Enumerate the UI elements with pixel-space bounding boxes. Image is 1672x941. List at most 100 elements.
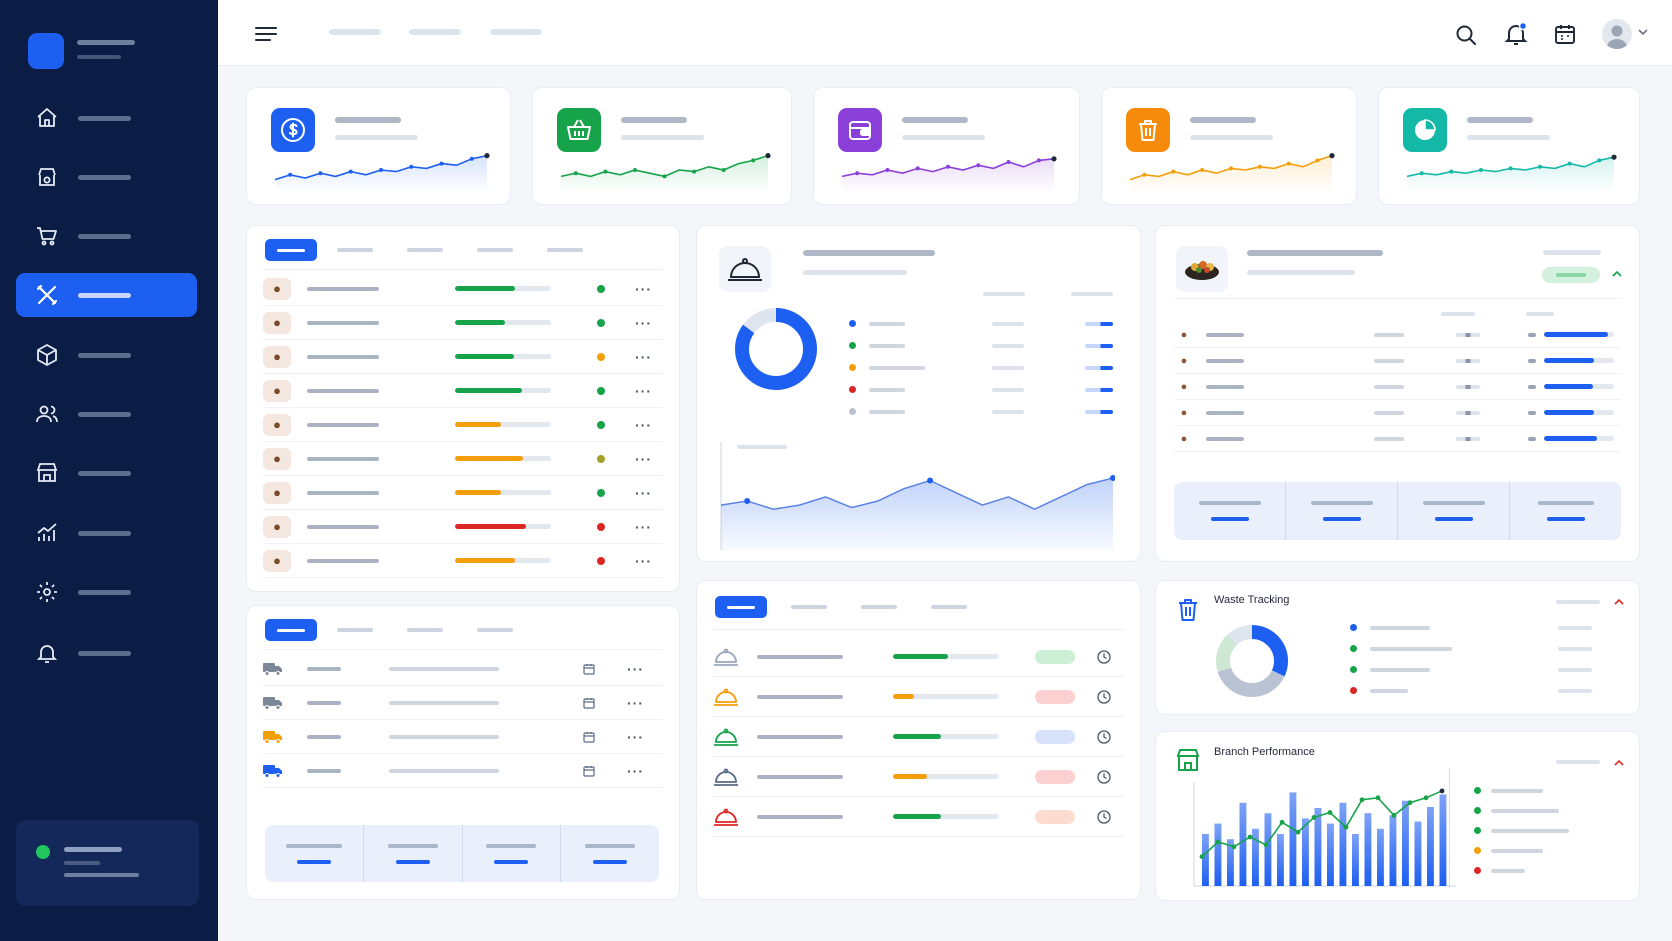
sidebar-item-kitchen[interactable] [16,155,197,199]
menu-icon[interactable] [254,24,278,44]
chevron-up-icon[interactable] [1612,270,1622,278]
inventory-row[interactable]: ● ··· [263,408,663,442]
notification-bell-icon[interactable] [1503,21,1529,47]
clock-icon[interactable] [1097,649,1111,664]
clock-icon[interactable] [1097,809,1111,824]
sidebar-item-home[interactable] [16,96,197,140]
kitchen-order-row[interactable] [713,677,1124,717]
tab-item[interactable] [337,248,373,252]
tab-item[interactable] [547,248,583,252]
clock-icon[interactable] [1097,689,1111,704]
unit-placeholder [1456,410,1480,415]
status-badge [1035,689,1075,704]
kpi-card-profit[interactable] [1378,87,1640,205]
sidebar-item-reports[interactable] [16,511,197,555]
tab-all[interactable] [265,619,317,641]
tab-all[interactable] [715,596,767,618]
clock-icon[interactable] [1097,729,1111,744]
kitchen-order-row[interactable] [713,757,1124,797]
sidebar-item-menu[interactable] [16,273,197,317]
ingredient-row[interactable]: ● [1174,348,1621,374]
inventory-row[interactable]: ● ··· [263,272,663,306]
inventory-row[interactable]: ● ··· [263,544,663,578]
sidebar-item-orders[interactable] [16,214,197,258]
more-options-icon[interactable]: ··· [627,695,644,711]
kpi-card-waste[interactable] [1101,87,1357,205]
delivery-row[interactable]: ··· [263,754,663,788]
kpi-card-orders[interactable] [532,87,792,205]
quantity-placeholder [1374,332,1404,337]
tab-item[interactable] [477,248,513,252]
kitchen-order-row[interactable] [713,637,1124,677]
kitchen-order-row[interactable] [713,797,1124,837]
more-options-icon[interactable]: ··· [635,315,652,331]
calendar-icon[interactable] [583,731,595,743]
tab-item[interactable] [791,605,827,609]
onion-icon: ● [263,481,291,504]
tab-item[interactable] [861,605,897,609]
user-status-card[interactable] [16,820,199,906]
more-options-icon[interactable]: ··· [635,349,652,365]
more-options-icon[interactable]: ··· [635,383,652,399]
inventory-row[interactable]: ● ··· [263,374,663,408]
sidebar-item-label [78,589,131,595]
sparkline-point [976,163,981,168]
ingredient-row[interactable]: ● [1174,374,1621,400]
kpi-card-expenses[interactable] [813,87,1080,205]
ingredient-row[interactable]: ● [1174,400,1621,426]
tab-item[interactable] [477,628,513,632]
legend-label-placeholder [869,322,905,326]
inventory-row[interactable]: ● ··· [263,306,663,340]
supplier-placeholder [307,768,341,773]
item-name-placeholder [307,388,379,393]
more-options-icon[interactable]: ··· [635,417,652,433]
inventory-row[interactable]: ● ··· [263,476,663,510]
kpi-card-revenue[interactable] [246,87,511,205]
usage-bar [1544,384,1614,389]
tab-item[interactable] [931,605,967,609]
avatar[interactable] [1602,19,1632,49]
sidebar-item-settings[interactable] [16,570,197,614]
delivery-row[interactable]: ··· [263,686,663,720]
delivery-row[interactable]: ··· [263,652,663,686]
calendar-icon[interactable] [1553,22,1577,46]
more-options-icon[interactable]: ··· [635,553,652,569]
card-subtitle-placeholder [1247,270,1355,275]
calendar-icon[interactable] [583,765,595,777]
ingredient-row[interactable]: ● [1174,426,1621,452]
inventory-row[interactable]: ● ··· [263,510,663,544]
breadcrumb-item[interactable] [329,29,381,35]
search-icon[interactable] [1454,23,1478,47]
more-options-icon[interactable]: ··· [627,763,644,779]
tab-item[interactable] [337,628,373,632]
breadcrumb-item[interactable] [490,29,542,35]
tab-item[interactable] [407,628,443,632]
more-options-icon[interactable]: ··· [635,451,652,467]
chevron-down-icon[interactable] [1638,28,1648,36]
calendar-icon[interactable] [583,663,595,675]
tab-item[interactable] [407,248,443,252]
more-options-icon[interactable]: ··· [635,519,652,535]
inventory-row[interactable]: ● ··· [263,340,663,374]
breadcrumb-item[interactable] [409,29,461,35]
kitchen-order-row[interactable] [713,717,1124,757]
ingredient-row[interactable]: ● [1174,322,1621,348]
sidebar-item-branches[interactable] [16,451,197,495]
chevron-up-icon[interactable] [1614,759,1624,767]
tab-all[interactable] [265,239,317,261]
calendar-icon[interactable] [583,697,595,709]
more-options-icon[interactable]: ··· [627,729,644,745]
app-logo[interactable] [28,33,64,69]
delivery-row[interactable]: ··· [263,720,663,754]
chevron-up-icon[interactable] [1614,598,1624,606]
sidebar-item-inventory[interactable] [16,333,197,377]
kpi-title-placeholder [1190,117,1256,123]
more-options-icon[interactable]: ··· [635,485,652,501]
status-dot [597,556,605,565]
clock-icon[interactable] [1097,769,1111,784]
more-options-icon[interactable]: ··· [627,661,644,677]
inventory-row[interactable]: ● ··· [263,442,663,476]
more-options-icon[interactable]: ··· [635,281,652,297]
sidebar-item-staff[interactable] [16,392,197,436]
sidebar-item-notifications[interactable] [16,631,197,675]
